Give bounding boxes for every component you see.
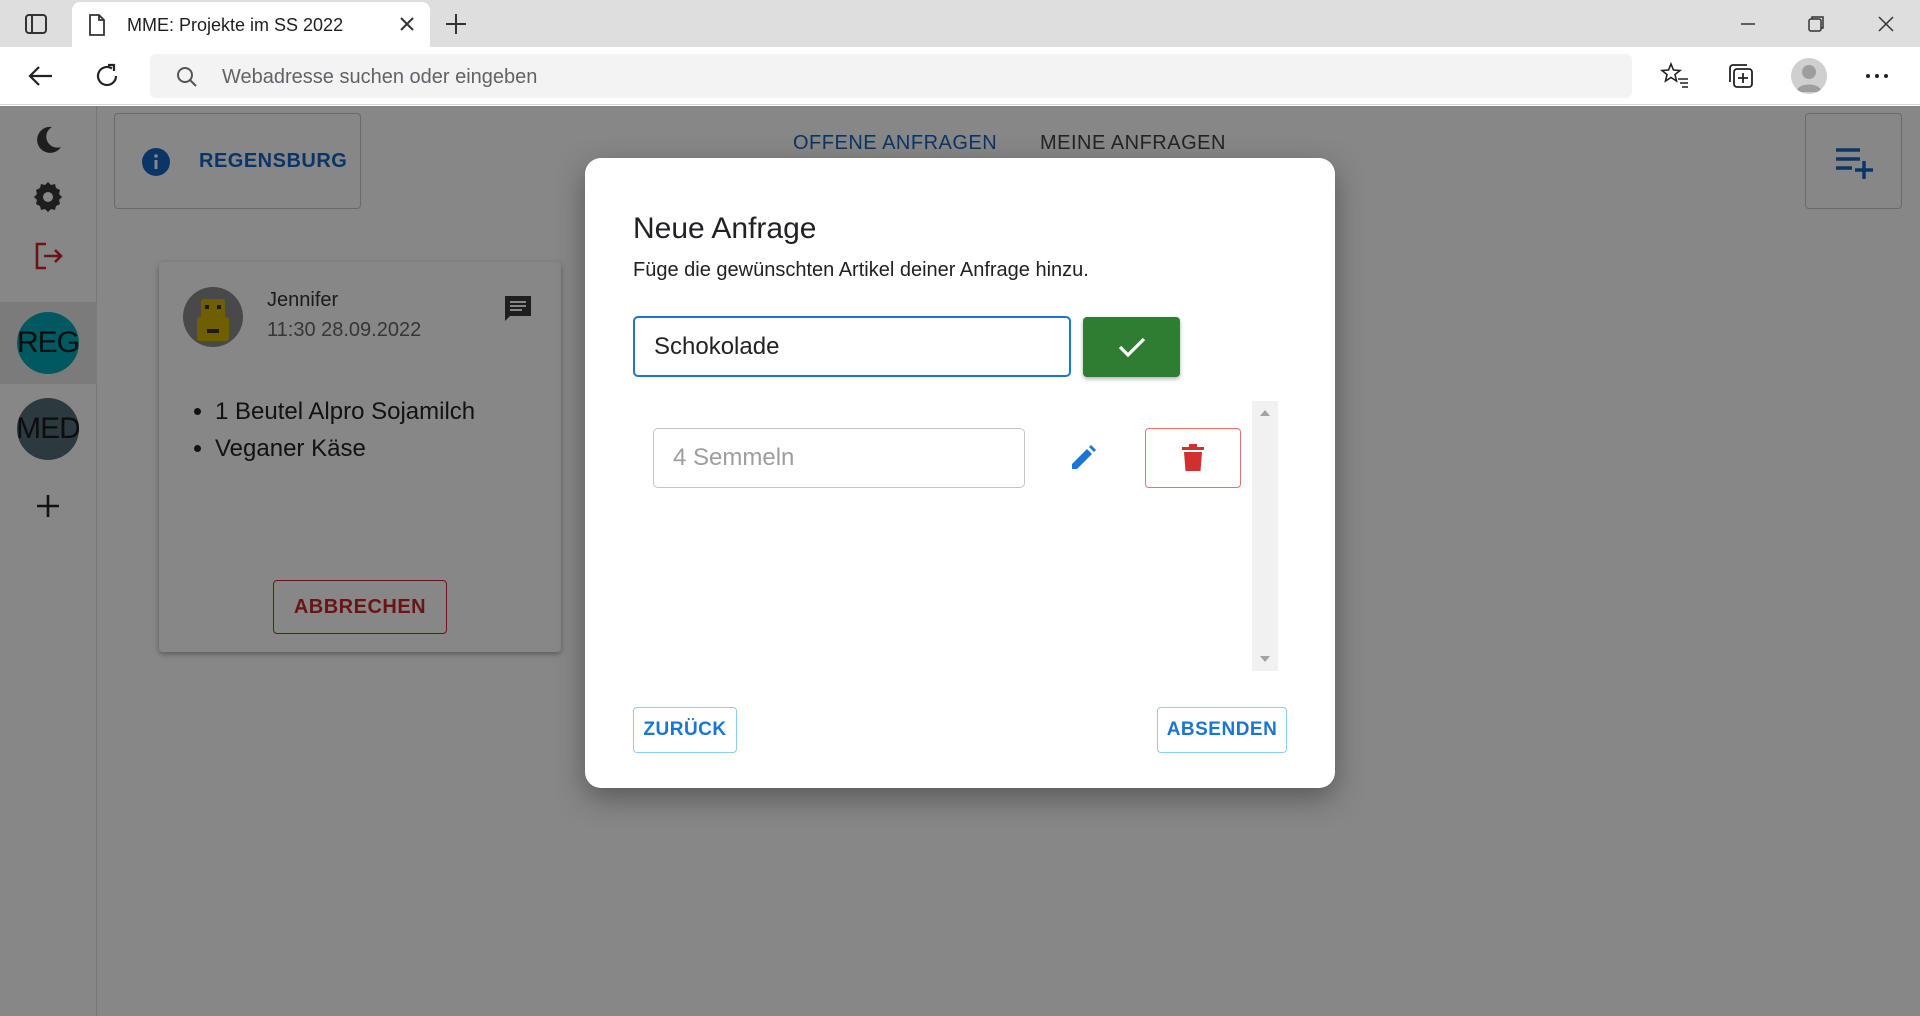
profile-avatar[interactable]	[1791, 58, 1827, 94]
address-bar[interactable]: Webadresse suchen oder eingeben	[150, 54, 1632, 98]
back-arrow-icon[interactable]	[26, 61, 56, 91]
trash-icon	[1182, 444, 1204, 471]
tab-actions-icon	[25, 14, 47, 34]
page-icon	[89, 14, 105, 36]
search-icon	[177, 67, 197, 87]
new-tab-icon[interactable]	[442, 10, 470, 38]
item-input[interactable]	[633, 316, 1071, 377]
item-field[interactable]	[653, 428, 1025, 488]
dialog-subtitle: Füge die gewünschten Artikel deiner Anfr…	[633, 259, 1089, 281]
close-window-icon[interactable]	[1872, 10, 1900, 38]
scroll-down-arrow[interactable]	[1260, 656, 1270, 662]
collections-icon[interactable]	[1725, 60, 1757, 92]
profile-icon	[1796, 65, 1822, 92]
reload-icon[interactable]	[92, 61, 122, 91]
more-options-icon[interactable]	[1861, 60, 1893, 92]
tab-actions-button[interactable]	[14, 10, 58, 38]
favorites-icon[interactable]	[1659, 60, 1691, 92]
dialog-title: Neue Anfrage	[633, 212, 817, 245]
browser-tab[interactable]: MME: Projekte im SS 2022	[72, 2, 430, 47]
delete-item-button[interactable]	[1145, 428, 1241, 488]
browser-tab-bar: MME: Projekte im SS 2022	[0, 0, 1920, 47]
item-list-area	[633, 401, 1278, 673]
tab-title: MME: Projekte im SS 2022	[127, 15, 344, 35]
address-placeholder: Webadresse suchen oder eingeben	[222, 66, 538, 88]
close-tab-icon[interactable]	[398, 15, 416, 33]
new-request-dialog: Neue Anfrage Füge die gewünschten Artike…	[585, 158, 1335, 788]
back-button[interactable]: ZURÜCK	[633, 707, 737, 753]
edit-item-button[interactable]	[1053, 428, 1113, 488]
item-list-scrollbar[interactable]	[1252, 401, 1278, 671]
check-icon	[1118, 337, 1145, 358]
pencil-icon	[1072, 445, 1096, 469]
send-button[interactable]: ABSENDEN	[1157, 707, 1287, 753]
confirm-item-button[interactable]	[1083, 317, 1180, 377]
minimize-icon[interactable]	[1734, 10, 1762, 38]
scroll-up-arrow[interactable]	[1260, 410, 1270, 416]
restore-icon[interactable]	[1802, 10, 1830, 38]
browser-toolbar: Webadresse suchen oder eingeben	[0, 47, 1920, 105]
